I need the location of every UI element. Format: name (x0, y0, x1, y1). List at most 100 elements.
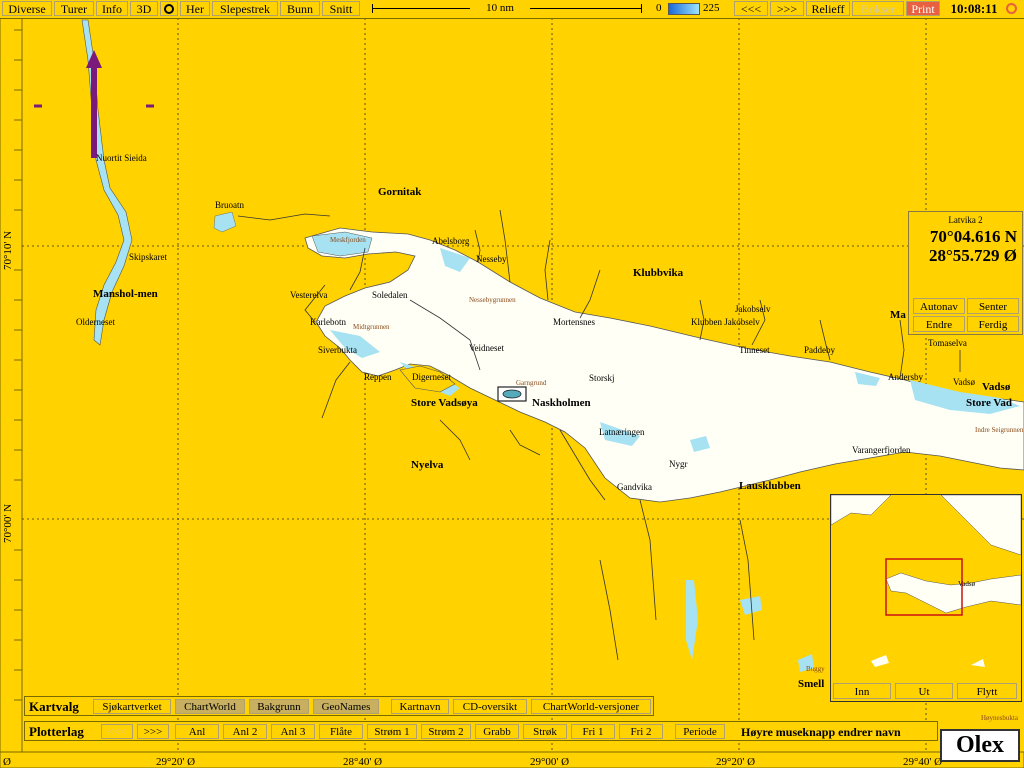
lon-label-edge: Ø (3, 756, 11, 768)
map-label-latnaeringen: Latnæringen (599, 427, 645, 437)
map-label-storskj: Storskj (589, 373, 615, 383)
grabb-button[interactable]: Grabb (475, 724, 519, 739)
vessel-icon[interactable] (497, 386, 527, 402)
scale-bar-left-tick (372, 4, 373, 13)
map-label-klubbvika: Klubbvika (633, 267, 684, 279)
autonav-button[interactable]: Autonav (913, 298, 965, 314)
position-panel: Latvika 2 70°04.616 N 28°55.729 Ø Autona… (908, 211, 1023, 335)
map-label-jakobselv: Jakobselv (735, 304, 771, 314)
map-label-lausklubben: Lausklubben (739, 480, 801, 492)
cd-oversikt-button[interactable]: CD-oversikt (453, 699, 527, 714)
map-label-nygr: Nygr (669, 459, 688, 469)
zoom-out-button[interactable]: Ut (895, 683, 953, 699)
depth-color-bar[interactable] (668, 3, 700, 15)
anl3-button[interactable]: Anl 3 (271, 724, 315, 739)
map-label-store-vad: Store Vad (966, 397, 1012, 409)
sun-icon[interactable] (1006, 3, 1017, 14)
zoom-in-button[interactable]: Inn (833, 683, 891, 699)
next-button[interactable]: >>> (770, 1, 804, 16)
map-label-abelsborg: Abelsborg (432, 236, 470, 246)
map-label-olderneset: Olderneset (76, 317, 115, 327)
senter-button[interactable]: Senter (967, 298, 1019, 314)
kartnavn-button[interactable]: Kartnavn (391, 699, 449, 714)
map-label-mansholmen: Manshol-men (93, 288, 158, 300)
map-label-midtgrunnen: Midtgrunnen (353, 323, 390, 331)
latitude-readout: 70°04.616 N (929, 227, 1017, 246)
map-label-klubben-jakobselv: Klubben Jakobselv (691, 317, 760, 327)
relief-button[interactable]: Relieff (806, 1, 850, 16)
map-label-veidneset: Veidneset (469, 343, 504, 353)
map-label-smell: Smell (798, 678, 825, 690)
map-label-meskfjorden: Meskfjorden (330, 236, 366, 244)
map-label-andersby: Andersby (888, 372, 923, 382)
clock: 10:08:11 (950, 1, 998, 16)
geonames-button[interactable]: GeoNames (313, 699, 379, 714)
kartvalg-bar: Kartvalg Sjøkartverket ChartWorld Bakgru… (24, 696, 654, 716)
plotterlag-bar: Plotterlag <<< >>> Anl Anl 2 Anl 3 Flåte… (24, 721, 938, 741)
plotterlag-prev-button[interactable]: <<< (101, 724, 133, 739)
fri2-button[interactable]: Fri 2 (619, 724, 663, 739)
map-label-garngrund: Garngrund (516, 379, 547, 387)
print-button[interactable]: Print (906, 1, 940, 16)
map-label-vadso: Vadsø (953, 377, 975, 387)
plotterlag-title: Plotterlag (29, 724, 84, 739)
map-label-vesterelva: Vesterelva (290, 290, 328, 300)
turer-button[interactable]: Turer (54, 1, 94, 16)
lon-label-1: 29°20' Ø (156, 756, 196, 768)
bakgrunn-button[interactable]: Bakgrunn (249, 699, 309, 714)
chartworld-button[interactable]: ChartWorld (175, 699, 245, 714)
her-button[interactable]: Her (180, 1, 210, 16)
top-toolbar: Diverse Turer Info 3D Her Slepestrek Bun… (0, 0, 1024, 19)
map-label-mortensnes: Mortensnes (553, 317, 595, 327)
lon-label-3: 29°00' Ø (530, 756, 570, 768)
endre-button[interactable]: Endre (913, 316, 965, 332)
map-label-bruoatn: Bruoatn (215, 200, 244, 210)
map-label-soledalen: Soledalen (372, 290, 408, 300)
scale-bar-right-tick (641, 4, 642, 13)
map-label-gornitak: Gornitak (378, 186, 422, 198)
map-label-nessebygrunnen: Nessebygrunnen (469, 296, 516, 304)
map-label-nesseby: Nesseby (476, 254, 507, 264)
map-label-karlebotn: Karlebotn (310, 317, 346, 327)
map-label-nyelva: Nyelva (411, 459, 444, 471)
periode-button[interactable]: Periode (675, 724, 725, 739)
map-label-hoynesbukta: Høynesbukta (981, 714, 1018, 722)
map-label-ma: Ma (890, 309, 906, 321)
plotterlag-next-button[interactable]: >>> (137, 724, 169, 739)
strom2-button[interactable]: Strøm 2 (421, 724, 471, 739)
lat-label-70-10: 70°10' N (2, 230, 14, 270)
map-label-indre-seigrunnen: Indre Seigrunnen (975, 426, 1024, 434)
sjokartverket-button[interactable]: Sjøkartverket (93, 699, 171, 714)
lon-label-2: 28°40' Ø (343, 756, 383, 768)
overview-label-vadso: Vadsø (958, 580, 976, 588)
mark-name: Latvika 2 (948, 215, 983, 225)
map-label-siverbukta: Siverbukta (318, 345, 357, 355)
boxes-button[interactable]: Bokser (852, 1, 904, 16)
fri1-button[interactable]: Fri 1 (571, 724, 615, 739)
strom1-button[interactable]: Strøm 1 (367, 724, 417, 739)
chartworld-versions-button[interactable]: ChartWorld-versjoner (531, 699, 651, 714)
target-icon[interactable] (160, 1, 178, 16)
map-label-varangerfjorden: Varangerfjorden (852, 445, 911, 455)
scale-label: 10 nm (470, 2, 530, 15)
slepestrek-button[interactable]: Slepestrek (212, 1, 278, 16)
map-label-reppen: Reppen (364, 372, 392, 382)
overview-chart[interactable] (831, 495, 1021, 679)
kartvalg-title: Kartvalg (29, 699, 79, 714)
3d-button[interactable]: 3D (130, 1, 158, 16)
map-label-tinneset: Tinneset (739, 345, 770, 355)
flate-button[interactable]: Flåte (319, 724, 363, 739)
move-button[interactable]: Flytt (957, 683, 1017, 699)
ferdig-button[interactable]: Ferdig (967, 316, 1019, 332)
map-label-gandvika: Gandvika (617, 482, 652, 492)
diverse-button[interactable]: Diverse (2, 1, 52, 16)
info-button[interactable]: Info (96, 1, 128, 16)
snitt-button[interactable]: Snitt (322, 1, 360, 16)
anl-button[interactable]: Anl (175, 724, 219, 739)
overview-map[interactable]: Vadsø Inn Ut Flytt (830, 494, 1022, 702)
strok-button[interactable]: Strøk (523, 724, 567, 739)
prev-button[interactable]: <<< (734, 1, 768, 16)
map-label-skipskaret: Skipskaret (129, 252, 167, 262)
bunn-button[interactable]: Bunn (280, 1, 320, 16)
anl2-button[interactable]: Anl 2 (223, 724, 267, 739)
